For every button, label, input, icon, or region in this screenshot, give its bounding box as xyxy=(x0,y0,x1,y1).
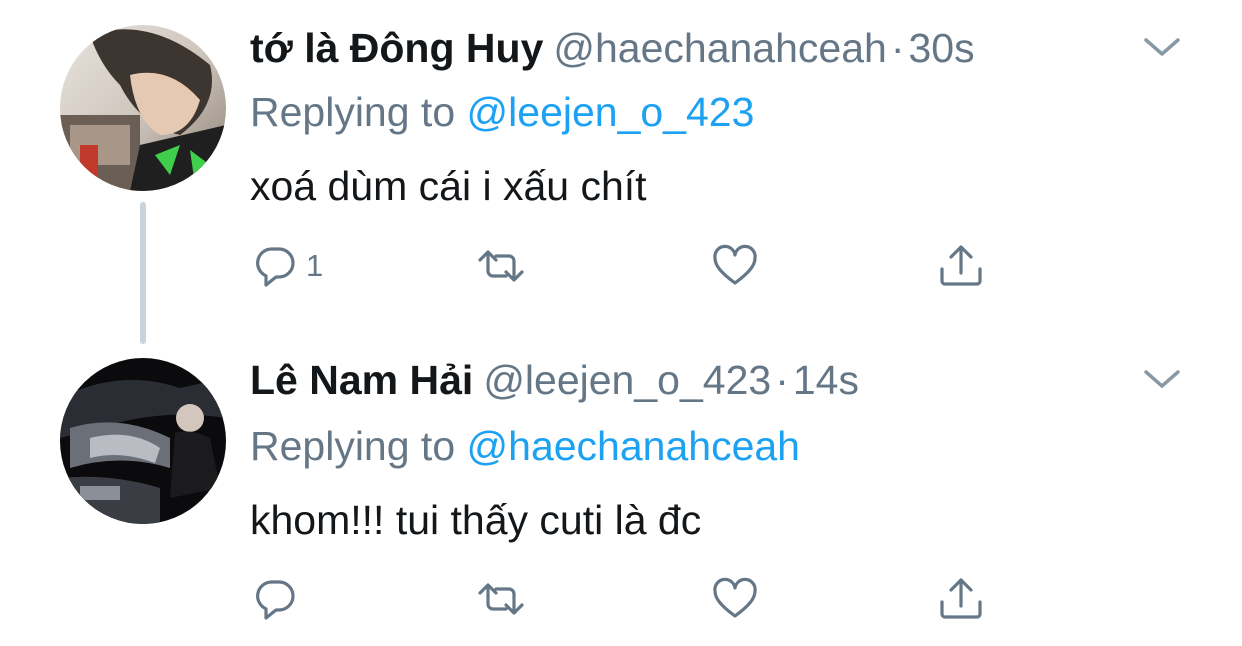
avatar-photo xyxy=(60,25,226,191)
user-handle[interactable]: @leejen_o_423 xyxy=(483,357,771,403)
reply-count: 1 xyxy=(306,248,324,283)
reply-prefix: Replying to xyxy=(250,89,456,135)
retweet-icon xyxy=(478,583,524,615)
retweet-icon xyxy=(478,250,524,282)
tweet-text: xoá dùm cái i xấu chít xyxy=(250,163,647,209)
action-bar: 1 xyxy=(250,238,1010,294)
display-name[interactable]: tớ là Đông Huy xyxy=(250,25,543,71)
retweet-button[interactable] xyxy=(476,571,526,627)
tweet-text: khom!!! tui thấy cuti là đc xyxy=(250,497,702,543)
avatar[interactable] xyxy=(60,358,226,524)
avatar[interactable] xyxy=(60,25,226,191)
chevron-down-icon[interactable] xyxy=(1140,364,1184,394)
tweet[interactable]: tớ là Đông Huy @haechanahceah·30s Replyin… xyxy=(0,0,1242,344)
tweet-header: tớ là Đông Huy @haechanahceah·30s xyxy=(250,22,975,74)
reply-button[interactable] xyxy=(250,571,306,627)
reply-target-link[interactable]: @leejen_o_423 xyxy=(467,89,755,135)
like-button[interactable] xyxy=(710,571,760,627)
user-handle[interactable]: @haechanahceah xyxy=(553,25,886,71)
like-button[interactable] xyxy=(710,238,760,294)
share-icon xyxy=(940,578,982,619)
action-bar xyxy=(250,571,1010,627)
reply-target-link[interactable]: @haechanahceah xyxy=(467,423,800,469)
heart-icon xyxy=(713,244,757,285)
separator-dot: · xyxy=(890,25,905,71)
tweet-header: Lê Nam Hải @leejen_o_423·14s xyxy=(250,354,859,406)
comment-bubble-icon xyxy=(256,247,295,287)
share-button[interactable] xyxy=(936,571,986,627)
share-icon xyxy=(940,245,982,286)
timestamp[interactable]: 14s xyxy=(793,357,859,403)
thread-connector xyxy=(140,202,146,344)
separator-dot: · xyxy=(775,357,789,403)
share-button[interactable] xyxy=(936,238,986,294)
comment-bubble-icon xyxy=(256,580,295,620)
heart-icon xyxy=(713,577,757,618)
reply-prefix: Replying to xyxy=(250,423,456,469)
timestamp[interactable]: 30s xyxy=(908,25,974,71)
chevron-down-icon[interactable] xyxy=(1140,32,1184,62)
replying-to: Replying to @leejen_o_423 xyxy=(250,86,754,138)
retweet-button[interactable] xyxy=(476,238,526,294)
replying-to: Replying to @haechanahceah xyxy=(250,420,800,472)
avatar-photo xyxy=(60,358,226,524)
reply-button[interactable]: 1 xyxy=(250,238,323,294)
display-name[interactable]: Lê Nam Hải xyxy=(250,357,473,403)
tweet[interactable]: Lê Nam Hải @leejen_o_423·14s Replying to … xyxy=(0,330,1242,646)
